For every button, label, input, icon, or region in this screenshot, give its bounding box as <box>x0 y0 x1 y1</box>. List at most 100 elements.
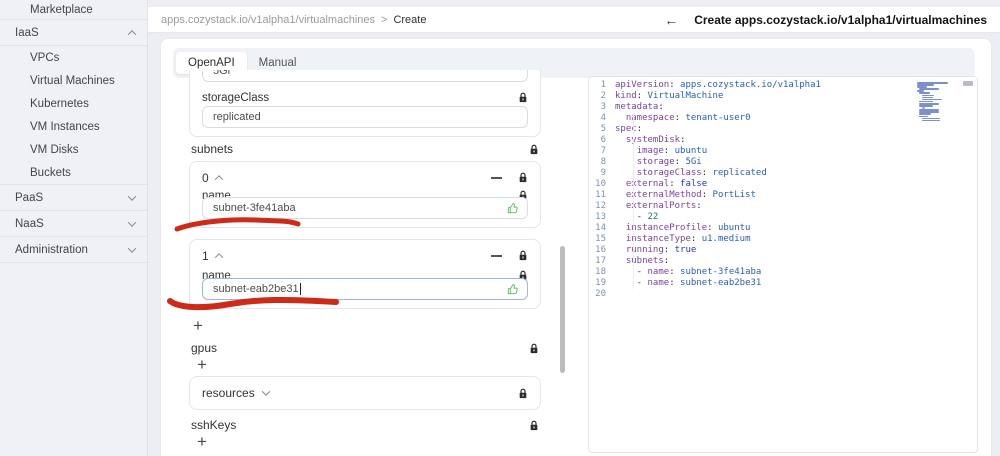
sidebar-item-vpcs[interactable]: VPCs <box>0 46 147 69</box>
subnet-0-index[interactable]: 0 <box>202 171 209 185</box>
line-number: 12 <box>595 201 606 211</box>
chevron-down-icon <box>261 387 270 396</box>
create-form-card: OpenAPI Manual 5Gi storageClass replicat… <box>160 38 992 456</box>
sidebar-item-administration[interactable]: Administration <box>0 237 147 262</box>
code-line: 10 external: false <box>589 179 977 190</box>
minimap-line <box>921 119 940 122</box>
indent-guide <box>633 113 634 289</box>
code-line: 17 subnets: <box>589 256 977 267</box>
text-cursor <box>299 283 301 295</box>
minimap-line <box>919 113 932 115</box>
add-subnet-button[interactable]: + <box>193 317 203 334</box>
code-line: 18 - name: subnet-3fe41aba <box>589 267 977 278</box>
chevron-up-icon <box>127 29 137 39</box>
lock-icon <box>518 250 528 261</box>
lock-icon <box>529 343 539 354</box>
line-number: 5 <box>600 124 606 134</box>
line-number: 8 <box>600 157 606 167</box>
sidebar-item-iaas[interactable]: IaaS <box>0 20 147 45</box>
sidebar-item-label: VPCs <box>30 51 60 64</box>
minimap-line <box>919 92 931 95</box>
breadcrumb-separator: > <box>381 13 388 26</box>
code-line: 20 <box>589 289 977 300</box>
sidebar-item-label: Marketplace <box>30 3 93 16</box>
sidebar-item-virtual-machines[interactable]: Virtual Machines <box>0 69 147 92</box>
sidebar-item-label: Administration <box>15 243 88 256</box>
subnet-0-name-input[interactable]: subnet-3fe41aba <box>202 197 528 219</box>
lock-icon <box>529 420 539 431</box>
line-number: 9 <box>600 168 606 178</box>
minimap-line <box>917 122 919 124</box>
line-number: 15 <box>595 234 606 244</box>
sidebar-item-label: IaaS <box>15 26 39 39</box>
subnet-1-index[interactable]: 1 <box>202 249 209 263</box>
minimap-line <box>921 117 940 120</box>
sshkeys-label: sshKeys <box>191 418 237 432</box>
back-arrow-icon[interactable]: ← <box>664 12 678 28</box>
sidebar-item-paas[interactable]: PaaS <box>0 185 147 210</box>
code-line: 12 externalPorts: <box>589 201 977 212</box>
code-line: 14 instanceProfile: ubuntu <box>589 223 977 234</box>
chevron-up-icon[interactable] <box>214 252 223 262</box>
line-number: 11 <box>595 190 606 200</box>
sidebar-item-label: NaaS <box>15 217 44 230</box>
code-line: 6 systemDisk: <box>589 135 977 146</box>
add-gpu-button[interactable]: + <box>197 356 207 373</box>
code-line: 9 storageClass: replicated <box>589 168 977 179</box>
chevron-up-icon[interactable] <box>214 174 223 184</box>
subnet-1-name-value: subnet-eab2be31 <box>213 283 299 295</box>
code-line: 15 instanceType: u1.medium <box>589 234 977 245</box>
lock-icon <box>529 144 539 155</box>
remove-subnet-0-button[interactable] <box>491 176 502 179</box>
editor-minimap[interactable] <box>917 82 951 124</box>
minimap-slider[interactable] <box>963 81 973 86</box>
add-sshkey-button[interactable]: + <box>197 433 207 450</box>
storage-class-value: replicated <box>213 111 261 123</box>
line-number: 17 <box>595 256 606 266</box>
gpus-label: gpus <box>191 341 218 355</box>
thumbs-up-icon[interactable] <box>506 283 519 296</box>
yaml-editor[interactable]: 1 apiVersion: apps.cozystack.io/v1alpha1 2… <box>588 76 978 453</box>
page-title: Create apps.cozystack.io/v1alpha1/virtua… <box>694 12 987 27</box>
remove-subnet-1-button[interactable] <box>491 254 502 257</box>
storage-class-label: storageClass <box>202 91 270 104</box>
form-scrollbar-thumb[interactable] <box>560 246 565 373</box>
subnets-label: subnets <box>191 142 234 156</box>
sidebar-item-kubernetes[interactable]: Kubernetes <box>0 92 147 115</box>
sidebar-item-label: VM Disks <box>30 143 79 156</box>
thumbs-up-icon[interactable] <box>506 202 519 215</box>
breadcrumb-path[interactable]: apps.cozystack.io/v1alpha1/virtualmachin… <box>161 14 375 26</box>
lock-icon <box>518 172 528 183</box>
resources-group[interactable]: resources <box>189 376 541 410</box>
line-number: 3 <box>600 102 606 112</box>
sidebar-item-naas[interactable]: NaaS <box>0 211 147 236</box>
sidebar-item-vm-disks[interactable]: VM Disks <box>0 138 147 161</box>
resources-label: resources <box>202 386 255 400</box>
sidebar-item-vm-instances[interactable]: VM Instances <box>0 115 147 138</box>
line-number: 7 <box>600 146 606 156</box>
minimap-line <box>921 94 934 97</box>
sidebar-item-label: Virtual Machines <box>30 74 115 87</box>
subnet-item-1: 1 name subnet-eab2be31 <box>189 239 541 309</box>
sidebar-item-label: Kubernetes <box>30 97 89 110</box>
storage-input[interactable]: 5Gi <box>202 70 528 82</box>
sidebar-item-label: Buckets <box>30 166 71 179</box>
chevron-down-icon <box>127 243 137 253</box>
sidebar-item-buckets[interactable]: Buckets <box>0 161 147 184</box>
code-line: 7 image: ubuntu <box>589 146 977 157</box>
line-number: 16 <box>595 245 606 255</box>
line-number: 20 <box>595 289 606 299</box>
code-line: 16 running: true <box>589 245 977 256</box>
sidebar-item-marketplace[interactable]: Marketplace <box>0 0 147 19</box>
main-content: apps.cozystack.io/v1alpha1/virtualmachin… <box>148 0 1000 456</box>
code-line: 5 spec: <box>589 124 977 135</box>
line-number: 1 <box>600 80 606 90</box>
storage-class-input[interactable]: replicated <box>202 106 528 128</box>
breadcrumb: apps.cozystack.io/v1alpha1/virtualmachin… <box>148 14 426 26</box>
subnet-item-0: 0 name subnet-3fe41aba <box>189 161 541 228</box>
sidebar: Marketplace IaaS VPCs Virtual Machines Kuber… <box>0 0 148 456</box>
subnet-1-name-input[interactable]: subnet-eab2be31 <box>202 278 528 300</box>
form-scroll-area: 5Gi storageClass replicated subnets 0 na… <box>179 70 557 456</box>
lock-icon <box>518 388 528 399</box>
sidebar-items: Marketplace IaaS VPCs Virtual Machines Kuber… <box>0 0 147 263</box>
